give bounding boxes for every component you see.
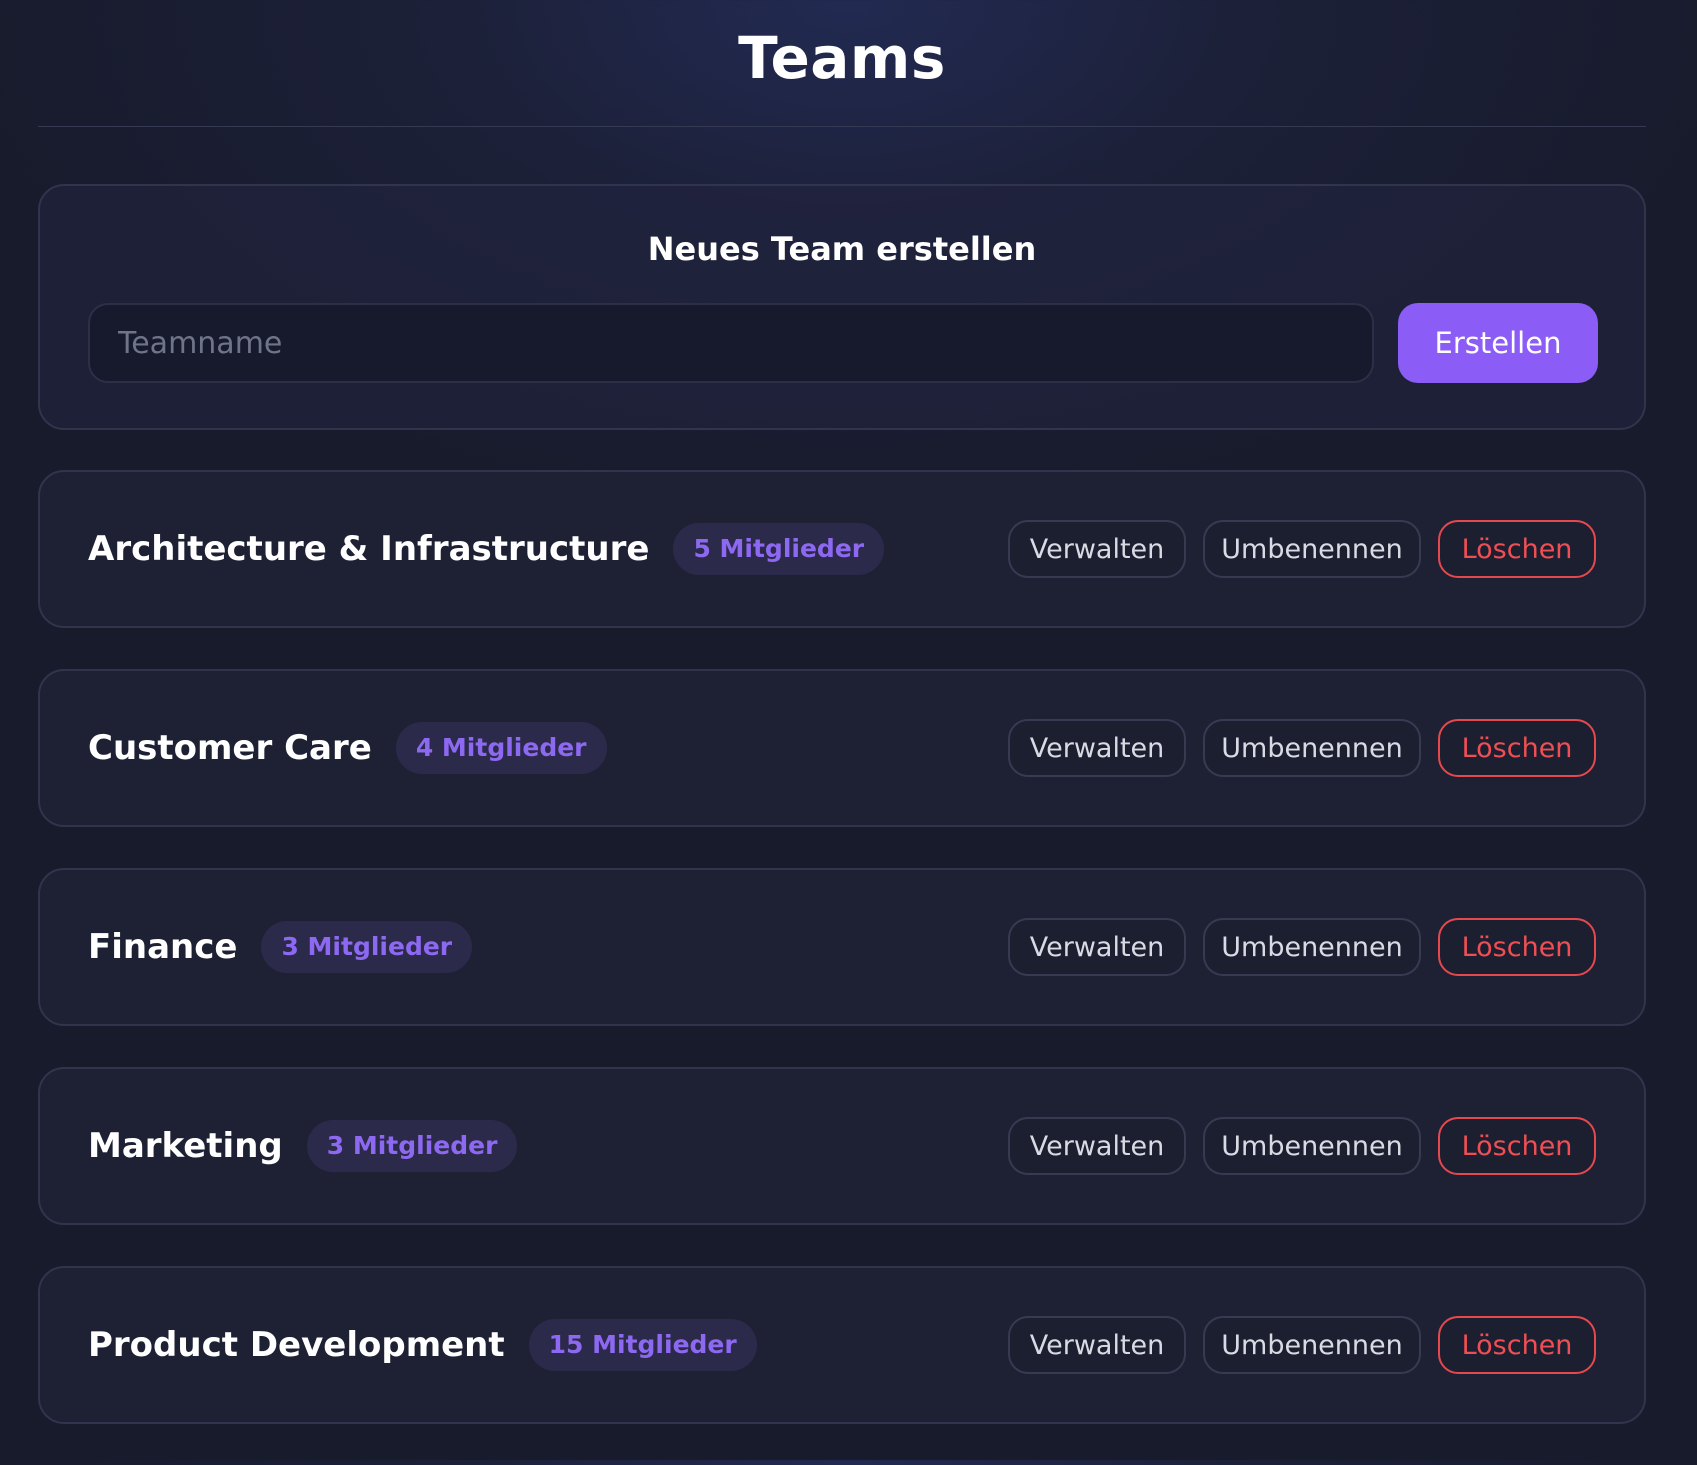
team-name-input[interactable] [88,303,1374,383]
team-name: Finance [88,927,238,967]
team-info: Finance 3 Mitglieder [88,870,473,1024]
manage-team-button[interactable]: Verwalten [1008,1117,1186,1175]
team-actions: Verwalten Umbenennen Löschen [1008,472,1596,626]
member-count-badge: 15 Mitglieder [528,1319,757,1371]
team-name: Product Development [88,1325,505,1365]
member-count-badge: 4 Mitglieder [395,722,607,774]
delete-team-button[interactable]: Löschen [1438,918,1596,976]
member-count-badge: 3 Mitglieder [261,921,473,973]
manage-team-button[interactable]: Verwalten [1008,918,1186,976]
create-team-title: Neues Team erstellen [647,230,1037,268]
team-info: Customer Care 4 Mitglieder [88,671,607,825]
delete-team-button[interactable]: Löschen [1438,1117,1596,1175]
manage-team-button[interactable]: Verwalten [1008,520,1186,578]
team-info: Product Development 15 Mitglieder [88,1268,757,1422]
team-name: Customer Care [88,728,372,768]
rename-team-button[interactable]: Umbenennen [1203,719,1421,777]
delete-team-button[interactable]: Löschen [1438,1316,1596,1374]
delete-team-button[interactable]: Löschen [1438,520,1596,578]
team-name: Marketing [88,1126,283,1166]
team-actions: Verwalten Umbenennen Löschen [1008,671,1596,825]
team-card: Customer Care 4 Mitglieder Verwalten Umb… [38,669,1646,827]
rename-team-button[interactable]: Umbenennen [1203,520,1421,578]
page-title: Teams [738,24,946,92]
team-name: Architecture & Infrastructure [88,529,650,569]
header-divider [38,126,1646,127]
team-card: Architecture & Infrastructure 5 Mitglied… [38,470,1646,628]
team-info: Architecture & Infrastructure 5 Mitglied… [88,472,885,626]
manage-team-button[interactable]: Verwalten [1008,719,1186,777]
manage-team-button[interactable]: Verwalten [1008,1316,1186,1374]
member-count-badge: 5 Mitglieder [673,523,885,575]
teams-page: Teams Neues Team erstellen Erstellen Arc… [38,0,1646,1465]
team-card: Finance 3 Mitglieder Verwalten Umbenenne… [38,868,1646,1026]
rename-team-button[interactable]: Umbenennen [1203,1316,1421,1374]
team-info: Marketing 3 Mitglieder [88,1069,518,1223]
create-team-button[interactable]: Erstellen [1398,303,1598,383]
team-card: Marketing 3 Mitglieder Verwalten Umbenen… [38,1067,1646,1225]
create-team-card: Neues Team erstellen Erstellen [38,184,1646,430]
team-card: Product Development 15 Mitglieder Verwal… [38,1266,1646,1424]
team-list: Architecture & Infrastructure 5 Mitglied… [38,470,1646,1424]
team-actions: Verwalten Umbenennen Löschen [1008,1069,1596,1223]
rename-team-button[interactable]: Umbenennen [1203,1117,1421,1175]
delete-team-button[interactable]: Löschen [1438,719,1596,777]
team-actions: Verwalten Umbenennen Löschen [1008,1268,1596,1422]
rename-team-button[interactable]: Umbenennen [1203,918,1421,976]
member-count-badge: 3 Mitglieder [306,1120,518,1172]
team-actions: Verwalten Umbenennen Löschen [1008,870,1596,1024]
